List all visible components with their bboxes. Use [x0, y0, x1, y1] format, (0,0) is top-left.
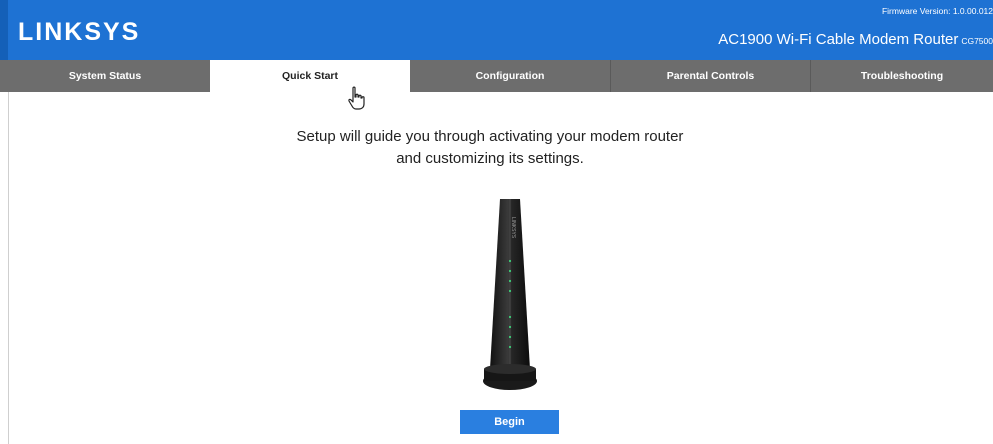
- tab-quick-start[interactable]: Quick Start: [210, 60, 410, 94]
- model-name: AC1900 Wi-Fi Cable Modem Router: [718, 32, 959, 48]
- device-logo-text: LINKSYS: [510, 217, 516, 239]
- content-border: [8, 92, 9, 444]
- firmware-version: Firmware Version: 1.0.00.012: [881, 6, 993, 16]
- header-bar: LINKSYS Firmware Version: 1.0.00.012 AC1…: [0, 0, 993, 60]
- tab-troubleshooting[interactable]: Troubleshooting: [811, 60, 993, 92]
- model-title: AC1900 Wi-Fi Cable Modem Router CG7500: [718, 32, 993, 49]
- tab-parental-controls[interactable]: Parental Controls: [611, 60, 810, 92]
- tab-bar: System Status Quick Start Configuration …: [0, 60, 993, 94]
- intro-line-2: and customizing its settings.: [396, 150, 584, 167]
- linksys-logo[interactable]: LINKSYS: [18, 20, 140, 45]
- tab-configuration[interactable]: Configuration: [410, 60, 610, 92]
- modem-router-icon: LINKSYS: [483, 199, 537, 390]
- router-image: LINKSYS: [470, 193, 550, 393]
- intro-line-1: Setup will guide you through activating …: [296, 128, 684, 145]
- tab-system-status[interactable]: System Status: [0, 60, 210, 92]
- begin-button[interactable]: Begin: [460, 410, 559, 434]
- header-left-strip: [0, 0, 8, 60]
- model-code: CG7500: [961, 36, 993, 46]
- hand-pointer-icon: [348, 86, 365, 110]
- intro-text: Setup will guide you through activating …: [230, 126, 750, 170]
